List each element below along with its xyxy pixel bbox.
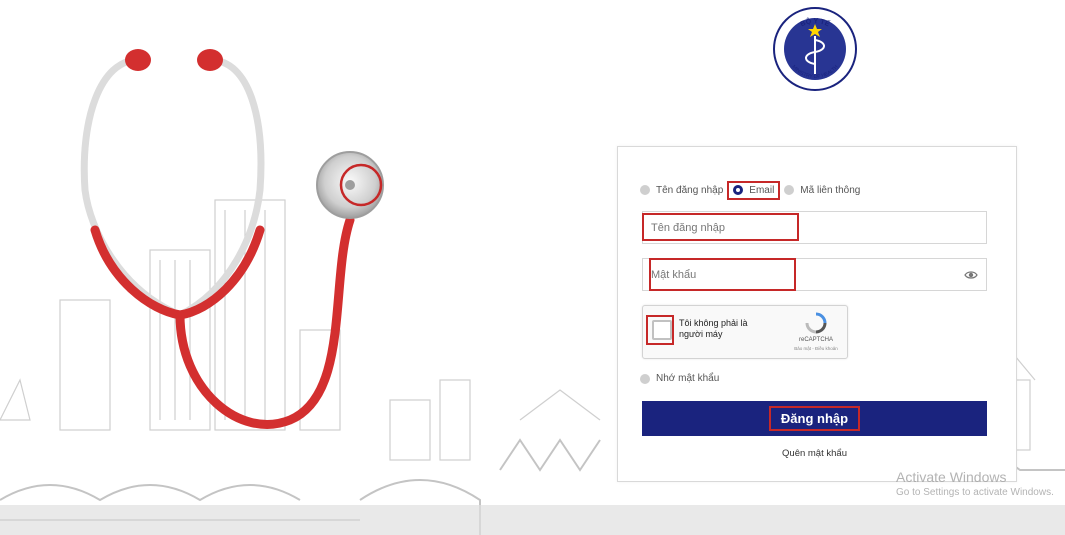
recaptcha-icon — [805, 312, 827, 334]
recaptcha-terms[interactable]: Bảo mật - Điều khoản — [781, 346, 851, 351]
login-form: Tên đăng nhập Email Mã liên thông Tôi kh… — [617, 146, 1017, 482]
stethoscope-icon — [80, 49, 384, 429]
radio-button[interactable] — [784, 185, 795, 195]
ministry-logo: BỘ Y TẾ MINISTRY OF HEALTH — [773, 7, 857, 91]
radio-email[interactable]: Email — [727, 180, 781, 200]
radio-username-label: Tên đăng nhập — [656, 184, 724, 196]
recaptcha-brand: reCAPTCHA — [798, 337, 833, 343]
login-button[interactable]: Đăng nhập — [642, 401, 987, 436]
recaptcha-widget: Tôi không phải là người máy reCAPTCHA Bả… — [642, 305, 848, 359]
recaptcha-label: Tôi không phải là người máy — [679, 318, 748, 339]
eye-icon[interactable] — [964, 268, 978, 282]
password-field — [642, 258, 987, 291]
radio-email-label: Email — [749, 184, 775, 196]
remember-label: Nhớ mật khẩu — [656, 373, 720, 384]
radio-username[interactable]: Tên đăng nhập — [640, 185, 723, 196]
radio-button-selected[interactable] — [733, 185, 744, 195]
login-type-group: Tên đăng nhập Email Mã liên thông — [640, 180, 864, 200]
watermark-subtitle: Go to Settings to activate Windows. — [896, 487, 1054, 498]
radio-link-code-label: Mã liên thông — [800, 184, 861, 196]
username-field — [642, 211, 987, 244]
forgot-password-link[interactable]: Quên mật khẩu — [642, 448, 987, 459]
radio-link-code[interactable]: Mã liên thông — [784, 185, 860, 196]
remember-me[interactable]: Nhớ mật khẩu — [640, 373, 719, 384]
password-input[interactable] — [643, 259, 949, 290]
login-button-label: Đăng nhập — [768, 406, 861, 431]
windows-activation-watermark: Activate Windows Go to Settings to activ… — [896, 470, 1054, 500]
username-input[interactable] — [643, 212, 949, 243]
radio-button[interactable] — [640, 185, 650, 195]
watermark-title: Activate Windows — [896, 469, 1007, 485]
recaptcha-checkbox[interactable] — [652, 320, 672, 340]
remember-checkbox[interactable] — [640, 373, 650, 384]
